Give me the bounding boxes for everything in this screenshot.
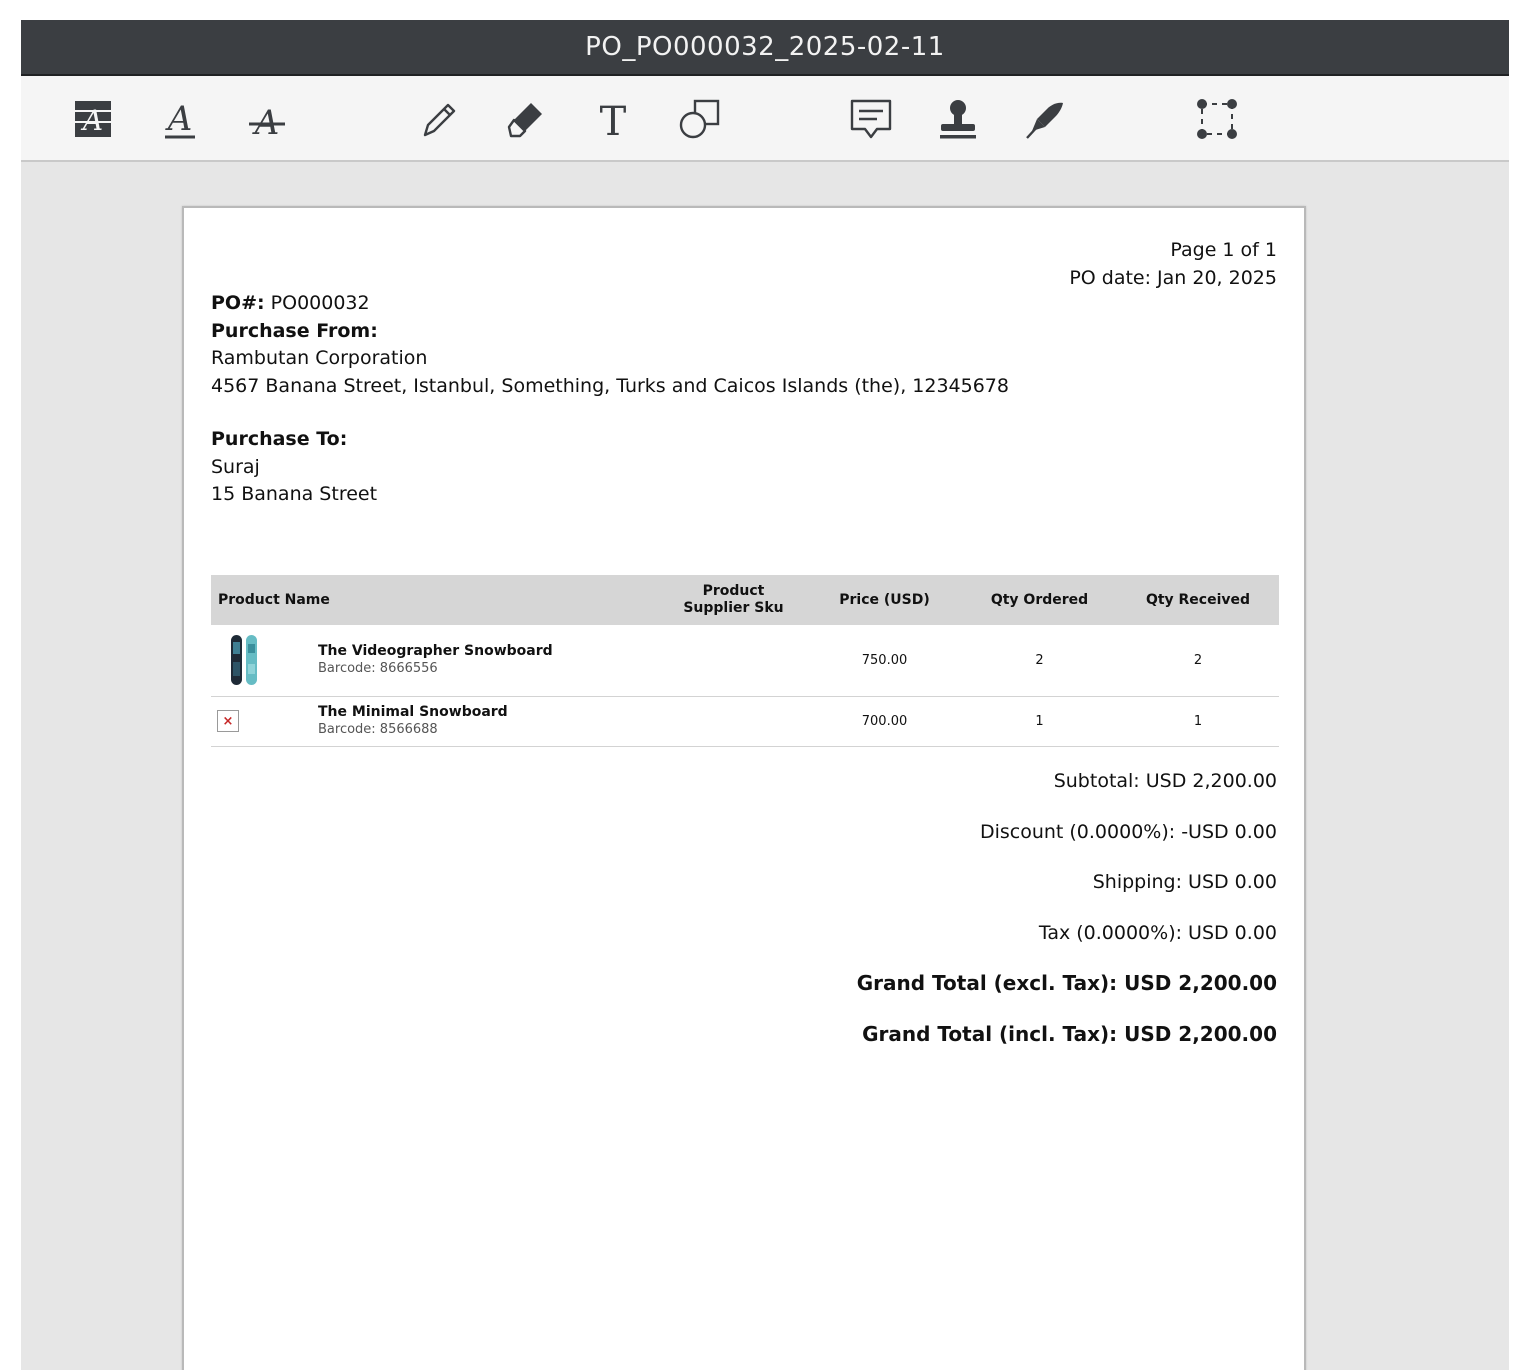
po-number-label: PO#: bbox=[211, 292, 265, 314]
comment-icon bbox=[850, 99, 892, 139]
supplier-sku bbox=[660, 625, 807, 697]
document-viewport[interactable]: Page 1 of 1 PO date: Jan 20, 2025 PO#: P… bbox=[21, 164, 1509, 1370]
window-title: PO_PO000032_2025-02-11 bbox=[585, 32, 945, 62]
table-row: The Videographer Snowboard Barcode: 8666… bbox=[211, 625, 1279, 697]
page-header-info: Page 1 of 1 PO date: Jan 20, 2025 bbox=[1069, 236, 1277, 292]
line-items-table: Product Name Product Supplier Sku Price … bbox=[211, 575, 1279, 747]
qty-ordered: 2 bbox=[962, 625, 1117, 697]
price: 700.00 bbox=[807, 696, 962, 747]
svg-text:A: A bbox=[80, 104, 103, 137]
selection-tool[interactable] bbox=[1193, 95, 1241, 143]
price: 750.00 bbox=[807, 625, 962, 697]
purchase-to-label: Purchase To: bbox=[211, 428, 348, 450]
strikethrough-text-tool[interactable]: A bbox=[243, 95, 291, 143]
table-row: × The Minimal Snowboard Barcode: 8566688… bbox=[211, 696, 1279, 747]
pencil-icon bbox=[423, 103, 456, 137]
stamp-icon bbox=[940, 100, 976, 139]
purchase-from-label: Purchase From: bbox=[211, 319, 378, 342]
from-name: Rambutan Corporation bbox=[211, 347, 428, 369]
text-highlight-icon: A bbox=[75, 101, 111, 137]
qty-received: 2 bbox=[1117, 625, 1279, 697]
po-date: PO date: Jan 20, 2025 bbox=[1069, 267, 1277, 289]
col-qty-received: Qty Received bbox=[1117, 575, 1279, 625]
tax: Tax (0.0000%): USD 0.00 bbox=[1038, 921, 1277, 944]
shapes-tool[interactable] bbox=[676, 95, 724, 143]
annotation-toolbar: A A A T bbox=[21, 76, 1509, 162]
product-barcode: Barcode: 8566688 bbox=[318, 722, 438, 737]
to-address: 15 Banana Street bbox=[211, 483, 378, 505]
qty-ordered: 1 bbox=[962, 696, 1117, 747]
product-image-cell: × bbox=[211, 696, 311, 747]
subtotal: Subtotal: USD 2,200.00 bbox=[1053, 770, 1277, 792]
supplier-sku bbox=[660, 696, 807, 747]
product-info-cell: The Videographer Snowboard Barcode: 8666… bbox=[311, 625, 660, 697]
snowboard-thumbnail bbox=[231, 635, 257, 686]
po-number: PO000032 bbox=[270, 292, 370, 314]
col-supplier-sku: Product Supplier Sku bbox=[660, 575, 807, 625]
to-name: Suraj bbox=[211, 455, 260, 478]
pdf-viewer-window: PO_PO000032_2025-02-11 A A A T Page 1 of… bbox=[21, 20, 1509, 1370]
note-tool[interactable] bbox=[847, 95, 895, 143]
col-price: Price (USD) bbox=[807, 575, 962, 625]
product-name: The Minimal Snowboard bbox=[318, 704, 508, 720]
grand-total-incl-tax: Grand Total (incl. Tax): USD 2,200.00 bbox=[862, 1021, 1277, 1046]
stamp-tool[interactable] bbox=[934, 95, 982, 143]
po-number-line: PO#: PO000032 bbox=[211, 290, 1009, 318]
text-icon: T bbox=[600, 99, 627, 141]
eraser-icon bbox=[507, 103, 542, 138]
text-tool[interactable]: T bbox=[589, 95, 637, 143]
strikethrough-icon: A bbox=[249, 103, 285, 141]
pen-nib-icon bbox=[1026, 102, 1063, 139]
table-header-row: Product Name Product Supplier Sku Price … bbox=[211, 575, 1279, 625]
shipping: Shipping: USD 0.00 bbox=[1092, 871, 1277, 894]
product-barcode: Barcode: 8666556 bbox=[318, 661, 438, 677]
selection-icon bbox=[1197, 99, 1237, 139]
totals-block: Subtotal: USD 2,200.00 Discount (0.0000%… bbox=[857, 766, 1277, 1070]
underline-text-tool[interactable]: A bbox=[156, 95, 204, 143]
product-name: The Videographer Snowboard bbox=[318, 643, 553, 660]
svg-text:A: A bbox=[252, 103, 280, 141]
pdf-page: Page 1 of 1 PO date: Jan 20, 2025 PO#: P… bbox=[182, 206, 1306, 1370]
eraser-tool[interactable] bbox=[502, 95, 550, 143]
signature-tool[interactable] bbox=[1021, 95, 1069, 143]
title-bar: PO_PO000032_2025-02-11 bbox=[21, 20, 1509, 76]
product-info-cell: The Minimal Snowboard Barcode: 8566688 bbox=[311, 696, 660, 747]
shapes-icon bbox=[679, 99, 720, 139]
col-qty-ordered: Qty Ordered bbox=[962, 575, 1117, 625]
product-image-cell bbox=[211, 625, 311, 697]
col-product-name: Product Name bbox=[211, 575, 660, 625]
qty-received: 1 bbox=[1117, 696, 1279, 747]
highlight-text-tool[interactable]: A bbox=[69, 95, 117, 143]
discount: Discount (0.0000%): -USD 0.00 bbox=[979, 820, 1277, 843]
broken-image-icon: × bbox=[217, 710, 239, 732]
from-address: 4567 Banana Street, Istanbul, Something,… bbox=[211, 374, 1009, 397]
svg-text:A: A bbox=[165, 99, 193, 139]
page-count: Page 1 of 1 bbox=[1170, 239, 1277, 261]
svg-text:T: T bbox=[600, 99, 627, 141]
pencil-tool[interactable] bbox=[415, 95, 463, 143]
underline-icon: A bbox=[165, 99, 195, 139]
address-block: PO#: PO000032 Purchase From: Rambutan Co… bbox=[211, 290, 1009, 509]
grand-total-excl-tax: Grand Total (excl. Tax): USD 2,200.00 bbox=[856, 971, 1277, 996]
